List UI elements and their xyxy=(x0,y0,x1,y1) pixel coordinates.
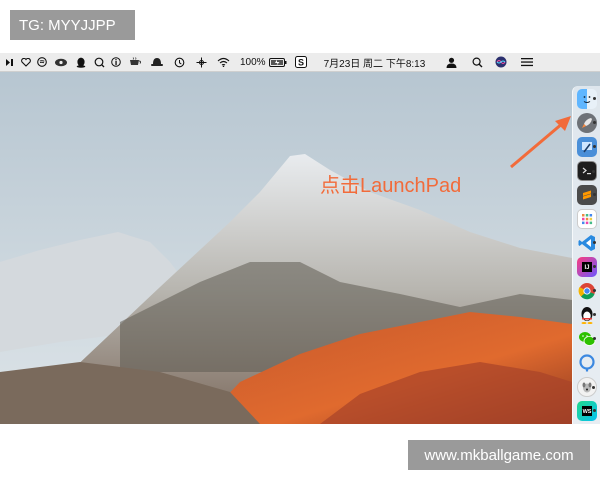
running-indicator xyxy=(592,386,595,389)
s-app-icon[interactable]: S xyxy=(290,53,312,72)
svg-text:S: S xyxy=(298,57,304,67)
info-icon[interactable] xyxy=(108,53,124,72)
running-indicator xyxy=(593,145,596,148)
ij-icon: IJ xyxy=(582,262,592,272)
watermark-bottom-label: www.mkballgame.com xyxy=(408,440,590,470)
eye-icon[interactable] xyxy=(50,53,72,72)
coffee-cup-icon[interactable] xyxy=(124,53,146,72)
running-indicator xyxy=(593,337,596,340)
rocket-icon xyxy=(582,118,592,128)
spotify-icon[interactable] xyxy=(34,53,50,72)
ws-icon: WS xyxy=(582,406,592,416)
dock-app-sublime-text[interactable] xyxy=(577,185,597,205)
dock-app-intellij-idea[interactable]: IJ xyxy=(577,257,597,277)
running-indicator xyxy=(593,97,596,100)
dock-app-finder[interactable] xyxy=(577,89,597,109)
hat-icon[interactable] xyxy=(146,53,168,72)
grid-apps-icon xyxy=(582,214,593,225)
annotation-arrow xyxy=(510,116,571,169)
dock-app-webstorm[interactable]: WS xyxy=(577,401,597,421)
running-indicator xyxy=(593,409,596,412)
hammer-icon xyxy=(582,142,592,153)
find-icon[interactable] xyxy=(90,53,108,72)
menu-clock[interactable]: 7月23日 周二 下午8:13 xyxy=(324,55,426,70)
menu-bar: 100% S 7月23日 周二 下午8:13 xyxy=(0,53,600,72)
sourcetree-icon xyxy=(579,354,595,372)
running-indicator xyxy=(593,313,596,316)
mac-desktop-screen: 100% S 7月23日 周二 下午8:13 点击LaunchPad IJ WS xyxy=(0,53,600,424)
sublime-s-icon xyxy=(583,190,591,200)
finder-icon xyxy=(583,96,591,103)
running-indicator xyxy=(592,170,595,173)
annotation-click-launchpad: 点击LaunchPad xyxy=(320,175,462,197)
watermark-top-label: TG: MYYJJPP xyxy=(10,10,135,40)
wifi-icon[interactable] xyxy=(212,53,234,72)
time-machine-icon[interactable] xyxy=(168,53,190,72)
spotlight-icon[interactable] xyxy=(467,53,487,72)
network-switch-icon[interactable] xyxy=(190,53,212,72)
user-icon[interactable] xyxy=(441,53,461,72)
running-indicator xyxy=(593,193,596,196)
dock-app-launchpad[interactable] xyxy=(577,113,597,133)
dock: IJ WS xyxy=(572,86,600,424)
dock-app-xcode[interactable] xyxy=(577,137,597,157)
svg-text:IJ: IJ xyxy=(584,265,589,271)
running-indicator xyxy=(593,241,596,244)
dock-app-sourcetree[interactable] xyxy=(577,353,597,373)
svg-text:WS: WS xyxy=(583,409,592,415)
battery-percent: 100% xyxy=(240,56,266,68)
dock-app-terminal[interactable] xyxy=(577,161,597,181)
heart-icon[interactable] xyxy=(18,53,34,72)
siri-icon[interactable] xyxy=(491,53,511,72)
dock-app-chrome[interactable] xyxy=(577,281,597,301)
dock-app-wechat[interactable] xyxy=(577,329,597,349)
dock-app-calendar[interactable] xyxy=(577,209,597,229)
dock-app-qq[interactable] xyxy=(577,305,597,325)
qq-icon[interactable] xyxy=(72,53,90,72)
battery-icon[interactable] xyxy=(266,53,290,72)
dock-app-visual-studio-code[interactable] xyxy=(577,233,597,253)
notification-center-icon[interactable] xyxy=(517,53,537,72)
play-pause-icon[interactable] xyxy=(0,53,18,72)
running-indicator xyxy=(593,265,596,268)
running-indicator xyxy=(593,121,596,124)
running-indicator xyxy=(593,289,596,292)
dock-app-fetch[interactable] xyxy=(577,377,597,397)
